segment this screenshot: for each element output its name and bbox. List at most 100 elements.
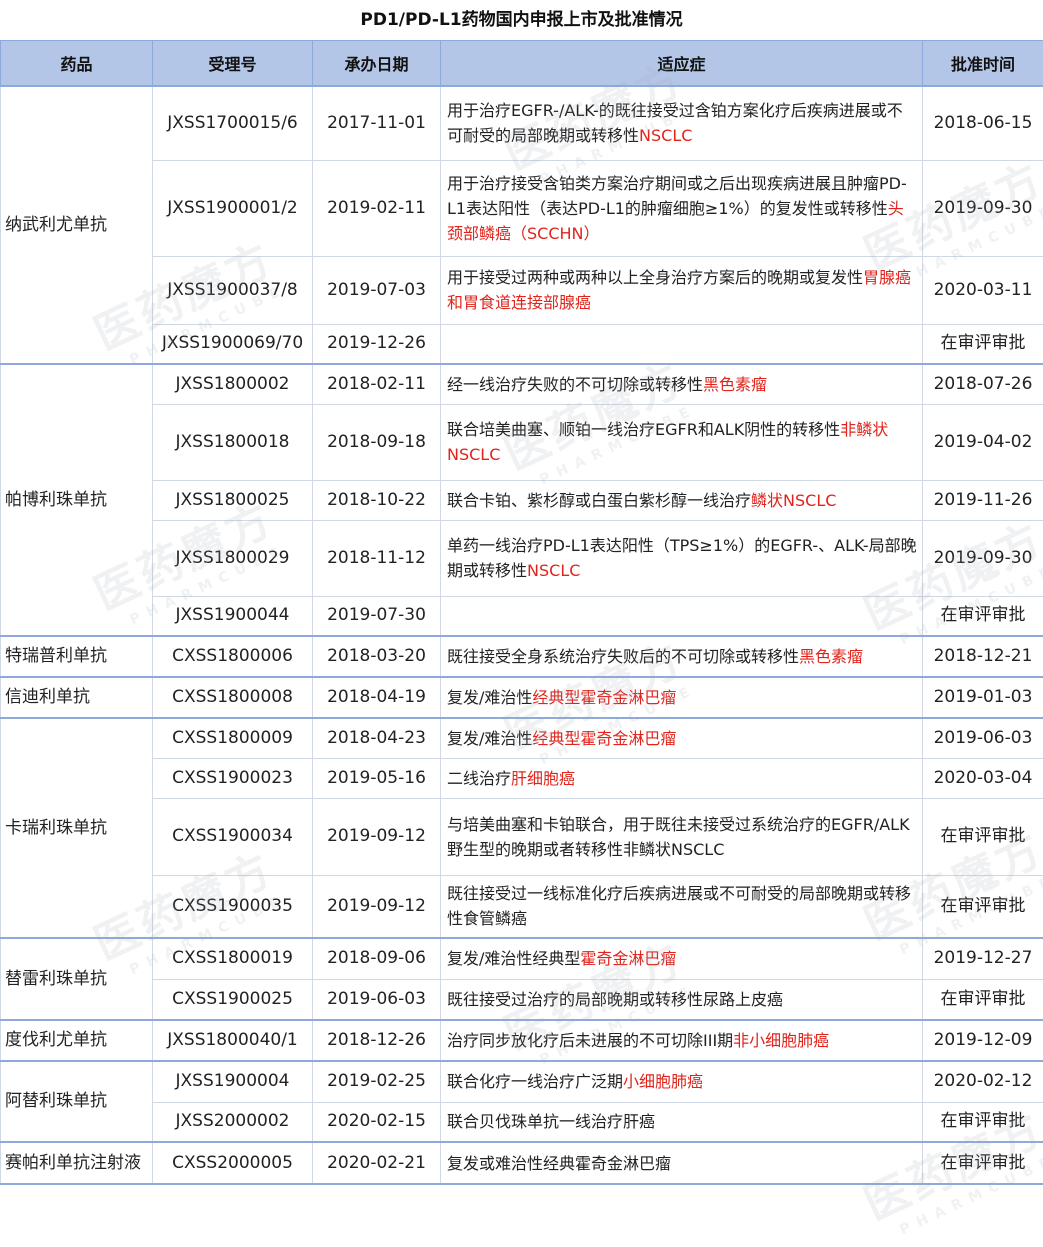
indication-cell: 联合化疗一线治疗广泛期小细胞肺癌 [441,1061,923,1102]
acceptance-no-cell: JXSS1700015/6 [153,86,313,160]
approval-cell: 2019-04-02 [923,404,1043,480]
acceptance-no-cell: JXSS1800002 [153,364,313,404]
date-cell: 2018-04-19 [313,677,441,718]
indication-highlight: 小细胞肺癌 [623,1072,703,1091]
indication-highlight: 霍奇金淋巴瘤 [580,949,676,968]
indication-highlight: 黑色素瘤 [703,375,767,394]
indication-text: 联合卡铂、紫杉醇或白蛋白紫杉醇一线治疗 [447,491,751,510]
date-cell: 2018-09-18 [313,404,441,480]
acceptance-no-cell: JXSS1800025 [153,480,313,520]
approval-cell: 2020-03-04 [923,758,1043,798]
date-cell: 2019-07-30 [313,596,441,636]
table-row: CXSS19000232019-05-16二线治疗肝细胞癌2020-03-04 [1,758,1043,798]
acceptance-no-cell: CXSS1900034 [153,798,313,875]
indication-text: 复发/难治性经典型 [447,949,580,968]
approval-cell: 在审评审批 [923,596,1043,636]
date-cell: 2019-12-26 [313,324,441,364]
drug-name-cell: 阿替利珠单抗 [1,1061,153,1142]
acceptance-no-cell: JXSS2000002 [153,1102,313,1142]
date-cell: 2018-11-12 [313,520,441,596]
table-row: JXSS1900001/22019-02-11用于治疗接受含铂类方案治疗期间或之… [1,160,1043,256]
acceptance-no-cell: CXSS1900035 [153,875,313,938]
indication-cell: 复发/难治性经典型霍奇金淋巴瘤 [441,718,923,758]
indication-cell: 单药一线治疗PD-L1表达阳性（TPS≥1%）的EGFR-、ALK-局部晚期或转… [441,520,923,596]
approval-cell: 2019-09-30 [923,160,1043,256]
header-acceptance-no: 受理号 [153,41,313,87]
table-row: JXSS1900069/702019-12-26在审评审批 [1,324,1043,364]
drug-name-cell: 信迪利单抗 [1,677,153,718]
date-cell: 2020-02-15 [313,1102,441,1142]
indication-text: 单药一线治疗PD-L1表达阳性（TPS≥1%）的EGFR-、ALK-局部晚期或转… [447,536,917,580]
date-cell: 2018-10-22 [313,480,441,520]
approval-cell: 2019-12-09 [923,1020,1043,1061]
table-row: JXSS19000442019-07-30在审评审批 [1,596,1043,636]
date-cell: 2019-02-11 [313,160,441,256]
indication-text: 复发/难治性 [447,688,532,707]
indication-highlight: 经典型霍奇金淋巴瘤 [532,688,676,707]
indication-text: 既往接受过治疗的局部晚期或转移性尿路上皮癌 [447,990,783,1009]
approval-cell: 2019-01-03 [923,677,1043,718]
table-row: 阿替利珠单抗JXSS19000042019-02-25联合化疗一线治疗广泛期小细… [1,1061,1043,1102]
indication-text: 复发/难治性 [447,729,532,748]
acceptance-no-cell: CXSS1800009 [153,718,313,758]
table-row: CXSS19000352019-09-12既往接受过一线标准化疗后疾病进展或不可… [1,875,1043,938]
acceptance-no-cell: JXSS1800029 [153,520,313,596]
date-cell: 2019-06-03 [313,979,441,1020]
header-approval: 批准时间 [923,41,1043,87]
indication-cell: 复发/难治性经典型霍奇金淋巴瘤 [441,677,923,718]
approval-cell: 在审评审批 [923,324,1043,364]
acceptance-no-cell: JXSS1900037/8 [153,256,313,324]
drug-name-cell: 帕博利珠单抗 [1,364,153,636]
acceptance-no-cell: JXSS1800040/1 [153,1020,313,1061]
indication-text: 联合培美曲塞、顺铂一线治疗EGFR和ALK阴性的转移性 [447,420,840,439]
indication-highlight: 经典型霍奇金淋巴瘤 [532,729,676,748]
table-row: 纳武利尤单抗JXSS1700015/62017-11-01用于治疗EGFR-/A… [1,86,1043,160]
table-title: PD1/PD-L1药物国内申报上市及批准情况 [0,0,1043,40]
indication-highlight: 肝细胞癌 [511,769,575,788]
table-row: 帕博利珠单抗JXSS18000022018-02-11经一线治疗失败的不可切除或… [1,364,1043,404]
indication-text: 联合贝伐珠单抗一线治疗肝癌 [447,1112,655,1131]
table-row: 卡瑞利珠单抗CXSS18000092018-04-23复发/难治性经典型霍奇金淋… [1,718,1043,758]
table-row: JXSS18000292018-11-12单药一线治疗PD-L1表达阳性（TPS… [1,520,1043,596]
indication-cell: 联合培美曲塞、顺铂一线治疗EGFR和ALK阴性的转移性非鳞状NSCLC [441,404,923,480]
date-cell: 2018-09-06 [313,938,441,979]
indication-cell: 用于治疗接受含铂类方案治疗期间或之后出现疾病进展且肿瘤PD-L1表达阳性（表达P… [441,160,923,256]
approval-cell: 2020-03-11 [923,256,1043,324]
table-row: 特瑞普利单抗CXSS18000062018-03-20既往接受全身系统治疗失败后… [1,636,1043,677]
indication-cell: 用于接受过两种或两种以上全身治疗方案后的晚期或复发性胃腺癌和胃食道连接部腺癌 [441,256,923,324]
indication-text: 经一线治疗失败的不可切除或转移性 [447,375,703,394]
indication-text: 既往接受过一线标准化疗后疾病进展或不可耐受的局部晚期或转移性食管鳞癌 [447,884,911,928]
approval-cell: 在审评审批 [923,798,1043,875]
acceptance-no-cell: CXSS1800019 [153,938,313,979]
approval-cell: 2018-12-21 [923,636,1043,677]
drug-name-cell: 替雷利珠单抗 [1,938,153,1020]
acceptance-no-cell: CXSS1900025 [153,979,313,1020]
indication-cell: 二线治疗肝细胞癌 [441,758,923,798]
table-row: CXSS19000252019-06-03 既往接受过治疗的局部晚期或转移性尿路上… [1,979,1043,1020]
table-row: CXSS19000342019-09-12与培美曲塞和卡铂联合，用于既往未接受过… [1,798,1043,875]
approval-cell: 2018-06-15 [923,86,1043,160]
drug-name-cell: 纳武利尤单抗 [1,86,153,364]
indication-cell: 与培美曲塞和卡铂联合，用于既往未接受过系统治疗的EGFR/ALK野生型的晚期或者… [441,798,923,875]
date-cell: 2019-02-25 [313,1061,441,1102]
approval-cell: 2019-06-03 [923,718,1043,758]
indication-cell: 复发/难治性经典型霍奇金淋巴瘤 [441,938,923,979]
acceptance-no-cell: CXSS1800006 [153,636,313,677]
table-row: 替雷利珠单抗CXSS18000192018-09-06复发/难治性经典型霍奇金淋… [1,938,1043,979]
header-date: 承办日期 [313,41,441,87]
acceptance-no-cell: CXSS1800008 [153,677,313,718]
approval-cell: 在审评审批 [923,1102,1043,1142]
date-cell: 2018-03-20 [313,636,441,677]
date-cell: 2019-05-16 [313,758,441,798]
indication-cell: 用于治疗EGFR-/ALK-的既往接受过含铂方案化疗后疾病进展或不可耐受的局部晚… [441,86,923,160]
date-cell: 2018-02-11 [313,364,441,404]
table-row: JXSS18000252018-10-22 联合卡铂、紫杉醇或白蛋白紫杉醇一线治疗… [1,480,1043,520]
approval-cell: 2020-02-12 [923,1061,1043,1102]
indication-cell: 治疗同步放化疗后未进展的不可切除III期非小细胞肺癌 [441,1020,923,1061]
date-cell: 2019-09-12 [313,798,441,875]
approval-cell: 2018-07-26 [923,364,1043,404]
drug-name-cell: 卡瑞利珠单抗 [1,718,153,938]
date-cell: 2019-07-03 [313,256,441,324]
indication-text: 用于治疗接受含铂类方案治疗期间或之后出现疾病进展且肿瘤PD-L1表达阳性（表达P… [447,174,907,218]
drug-name-cell: 度伐利尤单抗 [1,1020,153,1061]
